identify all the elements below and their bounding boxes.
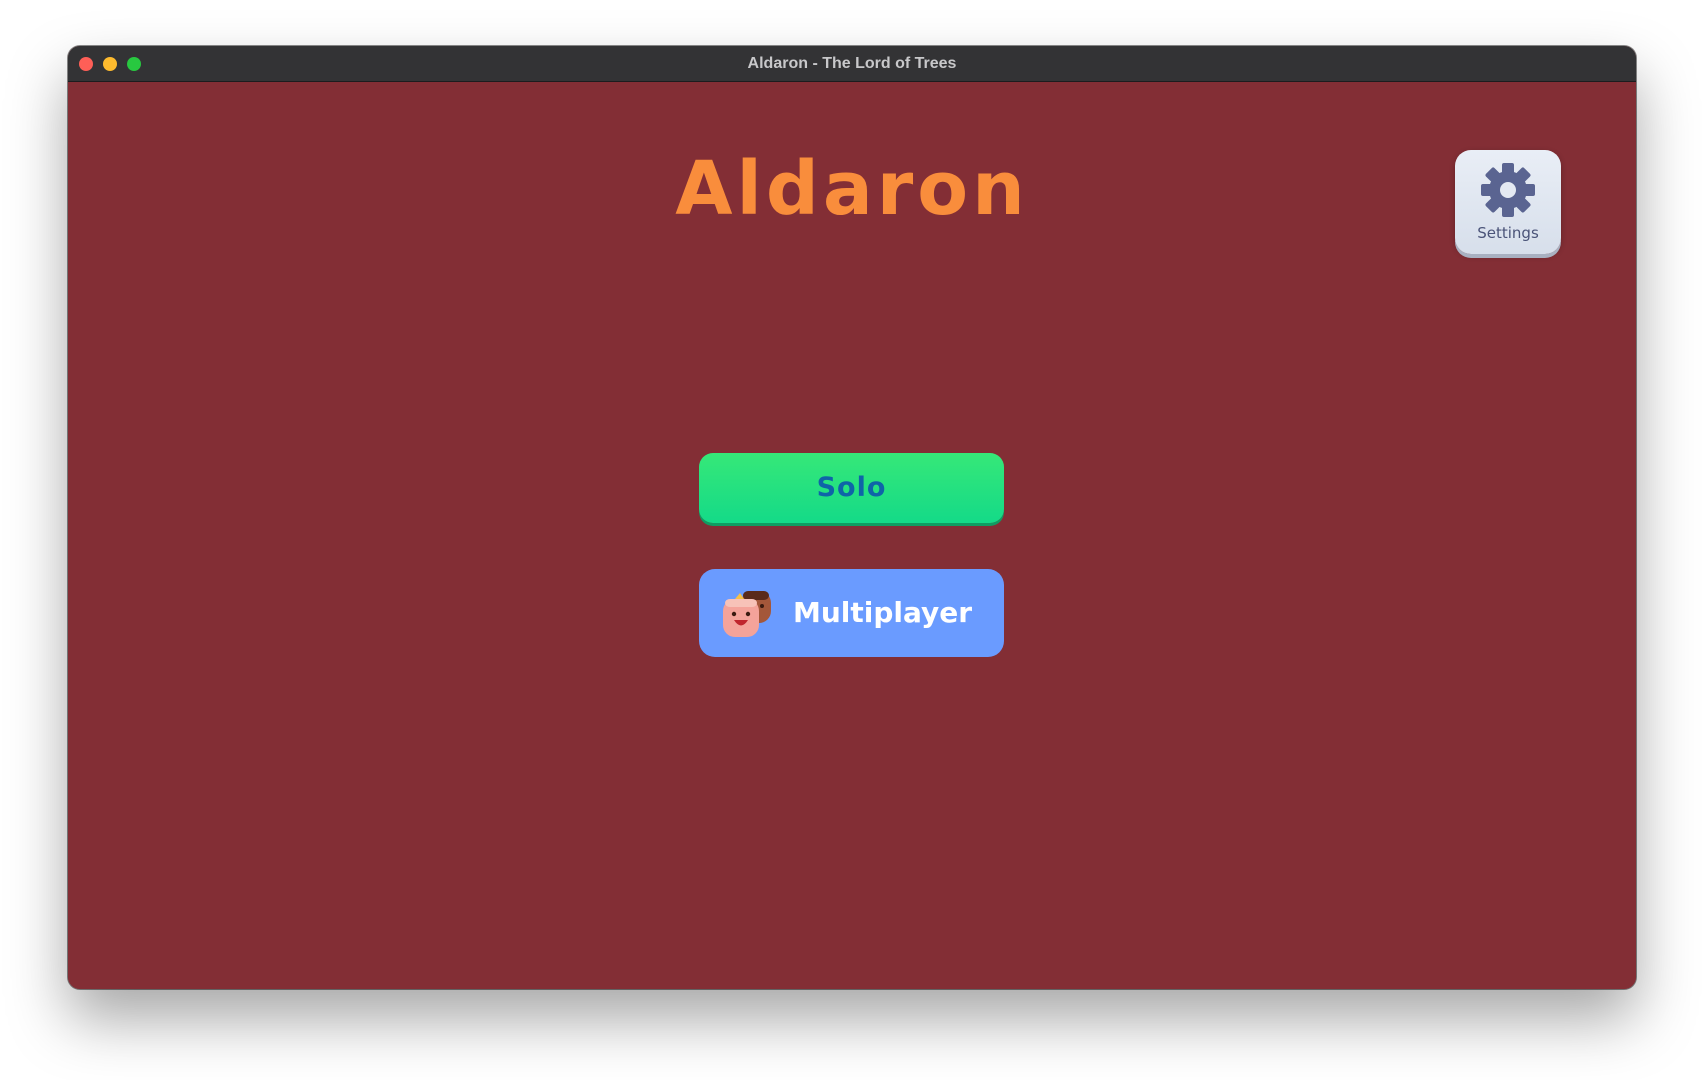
game-title: Aldaron: [675, 146, 1029, 232]
multiplayer-button[interactable]: Multiplayer: [699, 569, 1004, 657]
settings-button[interactable]: Settings: [1455, 150, 1561, 254]
multiplayer-label: Multiplayer: [793, 596, 973, 629]
window-title: Aldaron - The Lord of Trees: [747, 55, 957, 72]
gear-icon: [1481, 163, 1535, 217]
title-bar[interactable]: Aldaron - The Lord of Trees: [68, 46, 1636, 82]
main-menu: Aldaron Settings Solo Multiplayer: [68, 82, 1636, 989]
settings-label: Settings: [1477, 224, 1539, 242]
players-icon: [723, 591, 771, 637]
app-window: Aldaron - The Lord of Trees Aldaron Sett…: [68, 46, 1636, 989]
solo-button[interactable]: Solo: [699, 453, 1004, 523]
